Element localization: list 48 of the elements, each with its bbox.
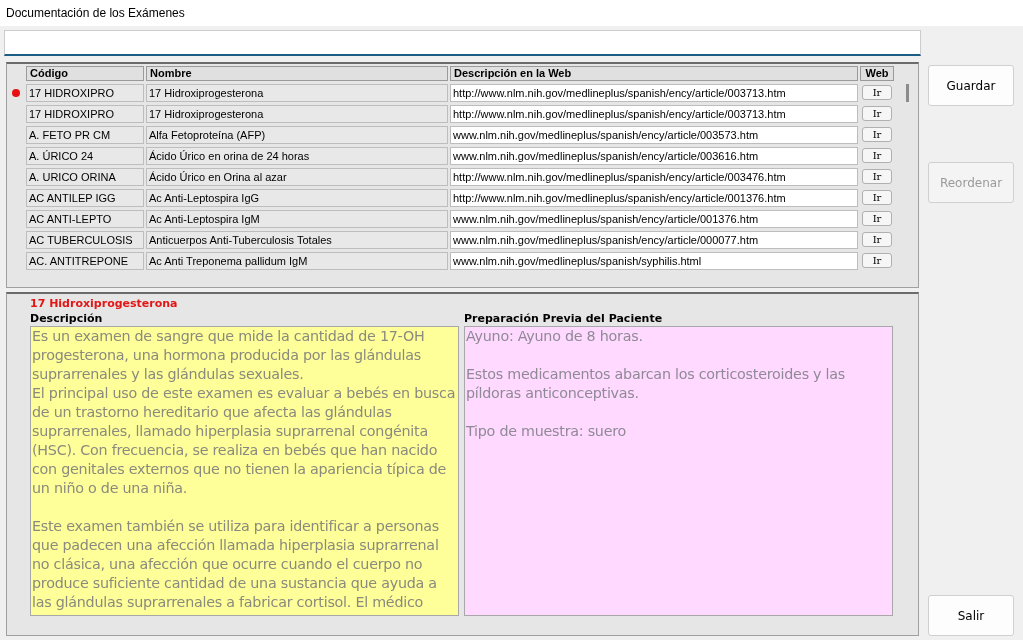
exit-button[interactable]: Salir — [928, 595, 1014, 636]
table-cell: AC ANTILEP IGG — [26, 188, 144, 207]
go-button[interactable]: Ir — [862, 232, 892, 247]
scrollbar-thumb[interactable] — [906, 84, 909, 102]
url-field[interactable]: http://www.nlm.nih.gov/medlineplus/spanish/ency/article/003713.htm — [450, 83, 858, 102]
table-cell: 17 HIDROXIPRO — [26, 104, 144, 123]
table-cell: 17 Hidroxiprogesterona — [146, 83, 448, 102]
table-cell: Ac Anti Treponema pallidum IgM — [146, 251, 448, 270]
table-cell: 17 Hidroxiprogesterona — [146, 104, 448, 123]
go-button[interactable]: Ir — [862, 253, 892, 268]
url-field[interactable]: http://www.nlm.nih.gov/medlineplus/spanish/ency/article/003476.htm — [450, 167, 858, 186]
go-button[interactable]: Ir — [862, 190, 892, 205]
url-field[interactable]: www.nlm.nih.gov/medlineplus/spanish/syphilis.html — [450, 251, 858, 270]
table-cell: A. FETO PR CM — [26, 125, 144, 144]
preparation-label: Preparación Previa del Paciente — [464, 312, 664, 326]
save-button[interactable]: Guardar — [928, 65, 1014, 106]
go-button[interactable]: Ir — [862, 211, 892, 226]
table-cell: AC. ANTITREPONE — [26, 251, 144, 270]
column-header[interactable]: Nombre — [146, 66, 448, 81]
table-cell: Ácido Úrico en orina de 24 horas — [146, 146, 448, 165]
table-cell: Ac Anti-Leptospira IgM — [146, 209, 448, 228]
go-button[interactable]: Ir — [862, 106, 892, 121]
table-cell: A. ÚRICO 24 — [26, 146, 144, 165]
table-cell: Ac Anti-Leptospira IgG — [146, 188, 448, 207]
window-title: Documentación de los Exámenes — [6, 6, 185, 20]
table-cell: A. URICO ORINA — [26, 167, 144, 186]
column-header[interactable]: Descripción en la Web — [450, 66, 858, 81]
go-button[interactable]: Ir — [862, 85, 892, 100]
table-cell: Alfa Fetoproteína (AFP) — [146, 125, 448, 144]
url-field[interactable]: http://www.nlm.nih.gov/medlineplus/spanish/ency/article/001376.htm — [450, 188, 858, 207]
url-field[interactable]: www.nlm.nih.gov/medlineplus/spanish/ency/article/000077.htm — [450, 230, 858, 249]
exam-title: 17 Hidroxiprogesterona — [30, 297, 179, 310]
table-cell: Anticuerpos Anti-Tuberculosis Totales — [146, 230, 448, 249]
url-field[interactable]: www.nlm.nih.gov/medlineplus/spanish/ency/article/003573.htm — [450, 125, 858, 144]
table-cell: 17 HIDROXIPRO — [26, 83, 144, 102]
url-field[interactable]: www.nlm.nih.gov/medlineplus/spanish/ency/article/003616.htm — [450, 146, 858, 165]
table-cell: Ácido Úrico en Orina al azar — [146, 167, 448, 186]
table-cell: AC TUBERCULOSIS — [26, 230, 144, 249]
url-field[interactable]: http://www.nlm.nih.gov/medlineplus/spanish/ency/article/003713.htm — [450, 104, 858, 123]
go-button[interactable]: Ir — [862, 127, 892, 142]
column-header[interactable]: Web — [860, 66, 894, 81]
go-button[interactable]: Ir — [862, 169, 892, 184]
go-button[interactable]: Ir — [862, 148, 892, 163]
url-field[interactable]: www.nlm.nih.gov/medlineplus/spanish/ency/article/001376.htm — [450, 209, 858, 228]
description-label: Descripción — [30, 312, 104, 326]
table-cell: AC ANTI-LEPTO — [26, 209, 144, 228]
search-field[interactable] — [4, 30, 921, 56]
column-header[interactable]: Código — [26, 66, 144, 81]
